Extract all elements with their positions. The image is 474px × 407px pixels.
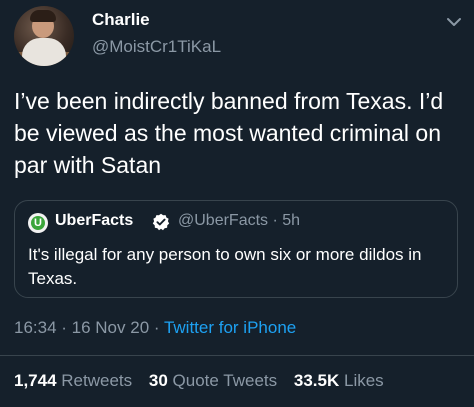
- tweet-stats: 1,744 Retweets 30 Quote Tweets 33.5K Lik…: [14, 371, 396, 391]
- chevron-down-icon[interactable]: [444, 12, 464, 32]
- quote-tweets-stat[interactable]: 30 Quote Tweets: [149, 371, 277, 390]
- quoted-text: It's illegal for any person to own six o…: [28, 245, 422, 288]
- likes-label: Likes: [343, 371, 384, 390]
- author-name[interactable]: Charlie: [92, 10, 150, 30]
- tweet-card: Charlie @MoistCr1TiKaL I’ve been indirec…: [0, 0, 474, 407]
- tweet-text: I’ve been indirectly banned from Texas. …: [14, 88, 444, 178]
- quoted-handle-time: @UberFacts · 5h: [178, 212, 301, 229]
- uberfacts-logo-letter: U: [31, 216, 45, 230]
- tweet-source-link[interactable]: Twitter for iPhone: [164, 318, 296, 337]
- retweets-count: 1,744: [14, 371, 57, 390]
- quote-tweets-count: 30: [148, 371, 168, 390]
- uberfacts-logo-icon: U: [28, 213, 48, 233]
- retweets-label: Retweets: [61, 371, 133, 390]
- tweet-meta: 16:34 · 16 Nov 20 · Twitter for iPhone: [14, 318, 296, 338]
- quoted-author-name: UberFacts: [55, 212, 134, 229]
- verified-badge-icon: [152, 213, 170, 231]
- avatar[interactable]: [14, 6, 74, 66]
- quoted-tweet[interactable]: U UberFacts @UberFacts · 5h It's illegal…: [14, 200, 458, 298]
- quote-tweets-label: Quote Tweets: [172, 371, 278, 390]
- tweet-timestamp[interactable]: 16:34 · 16 Nov 20 ·: [14, 318, 164, 337]
- avatar-body: [22, 38, 66, 66]
- likes-count: 33.5K: [293, 371, 340, 390]
- divider: [0, 355, 474, 356]
- likes-stat[interactable]: 33.5K Likes: [294, 371, 384, 390]
- avatar-hair: [30, 10, 56, 22]
- retweets-stat[interactable]: 1,744 Retweets: [14, 371, 132, 390]
- author-handle[interactable]: @MoistCr1TiKaL: [92, 37, 221, 57]
